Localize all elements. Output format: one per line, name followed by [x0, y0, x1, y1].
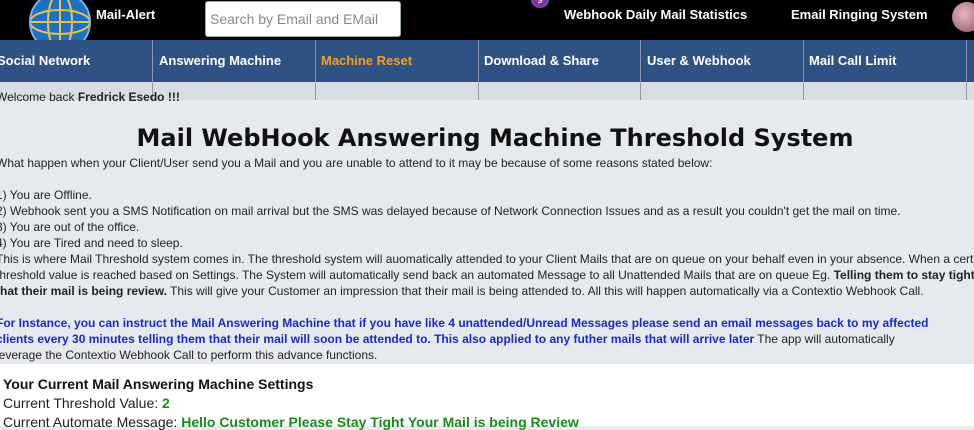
threshold-paragraph-line3: that their mail is being review. This wi…: [0, 284, 924, 298]
nav-divider: [478, 40, 479, 100]
message-value: Hello Customer Please Stay Tight Your Ma…: [181, 414, 579, 430]
page-title: Mail WebHook Answering Machine Threshold…: [136, 124, 854, 152]
nav-user-webhook[interactable]: User & Webhook: [647, 40, 797, 82]
nav-answering-machine[interactable]: Answering Machine: [159, 40, 309, 82]
nav-download-share[interactable]: Download & Share: [484, 40, 634, 82]
threshold-text: threshold value is reached based on Sett…: [0, 268, 834, 282]
avatar[interactable]: [952, 2, 974, 32]
threshold-paragraph-line1: This is where Mail Threshold system come…: [0, 252, 974, 266]
instance-paragraph-line1: For Instance, you can instruct the Mail …: [0, 316, 929, 330]
threshold-text: This will give your Customer an impressi…: [166, 284, 924, 298]
instance-paragraph-line2: clients every 30 minutes telling them th…: [0, 332, 895, 346]
nav-divider: [803, 40, 804, 100]
nav-social-network[interactable]: Social Network: [0, 40, 147, 82]
nav-machine-reset[interactable]: Machine Reset: [321, 40, 471, 82]
webhook-daily-stats-link[interactable]: Webhook Daily Mail Statistics: [564, 7, 747, 22]
reason-2: 2) Webhook sent you a SMS Notification o…: [0, 204, 901, 218]
reason-4: 4) You are Tired and need to sleep.: [0, 236, 183, 250]
reason-3: 3) You are out of the office.: [0, 220, 140, 234]
brand-name[interactable]: Mail-Alert: [96, 7, 155, 22]
threshold-bold-text: Telling them to stay tight: [833, 268, 974, 282]
welcome-prefix: Welcome back: [0, 90, 78, 104]
instance-paragraph-line3: leverage the Contextio Webhook Call to p…: [0, 348, 378, 362]
intro-text: What happen when your Client/User send y…: [0, 156, 713, 170]
nav-mail-call-limit[interactable]: Mail Call Limit: [809, 40, 959, 82]
user-name: Fredrick Esedo !!!: [77, 90, 180, 104]
nav-divider: [640, 40, 641, 100]
threshold-label: Current Threshold Value:: [3, 395, 163, 411]
nav-divider: [966, 40, 967, 100]
welcome-message: Welcome back Fredrick Esedo !!!: [0, 90, 180, 104]
instance-blue-text: clients every 30 minutes telling them th…: [0, 332, 755, 346]
search-input[interactable]: [205, 1, 401, 37]
threshold-bold-text: that their mail is being review.: [0, 284, 167, 298]
settings-heading: Your Current Mail Answering Machine Sett…: [3, 376, 314, 392]
message-row: Current Automate Message: Hello Customer…: [3, 414, 579, 430]
threshold-value: 2: [162, 395, 170, 411]
email-ringing-system-link[interactable]: Email Ringing System: [791, 7, 928, 22]
reason-1: 1) You are Offline.: [0, 188, 92, 202]
settings-panel: Your Current Mail Answering Machine Sett…: [0, 364, 974, 430]
nav-divider: [315, 40, 316, 100]
threshold-paragraph-line2: threshold value is reached based on Sett…: [0, 268, 974, 282]
instance-text: The app will automatically: [754, 332, 895, 346]
threshold-row: Current Threshold Value: 2: [3, 395, 170, 411]
message-label: Current Automate Message:: [3, 414, 182, 430]
